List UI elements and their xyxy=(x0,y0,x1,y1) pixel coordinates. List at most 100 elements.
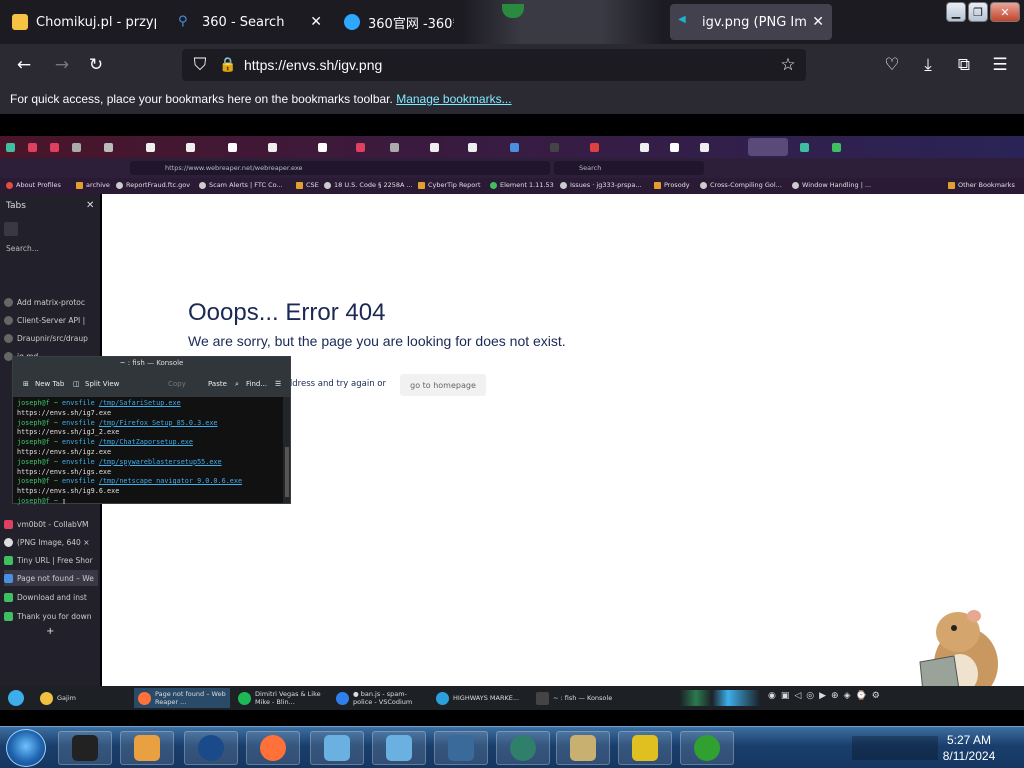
sidebar-tab-item: vm0b0t - CollabVM xyxy=(4,516,98,532)
taskbar-app[interactable] xyxy=(496,731,550,765)
inner-tab xyxy=(356,140,365,154)
inner-nav-bar: https://www.webreaper.net/webreaper.exe … xyxy=(0,158,1024,178)
inner-bookmark: Cross-Compiling Gol... xyxy=(700,181,782,189)
terminal-line: joseph@f ~ ▯ xyxy=(17,496,67,505)
clock[interactable]: 5:27 AM 8/11/2024 xyxy=(934,732,1004,764)
inner-bookmark: CSE xyxy=(296,181,319,189)
tab-chomikuj[interactable]: Chomikuj.pl - przyp xyxy=(4,4,164,40)
taskbar-app[interactable] xyxy=(58,731,112,765)
bookmark-star-icon[interactable]: ☆ xyxy=(776,54,800,76)
inner-tab xyxy=(430,140,439,154)
inner-bookmark: Scam Alerts | FTC Co... xyxy=(199,181,283,189)
forward-icon[interactable]: → xyxy=(50,54,74,76)
app-icon xyxy=(694,735,720,761)
inner-bookmark: Other Bookmarks xyxy=(948,181,1015,189)
window-controls: ▁ ❐ ✕ xyxy=(946,2,1020,22)
close-icon[interactable]: ✕ xyxy=(812,14,824,30)
windows-taskbar: 5:27 AM 8/11/2024 xyxy=(0,726,1024,768)
sidebar-tab-item: Page not found – We xyxy=(4,570,98,586)
chomikuj-icon xyxy=(12,14,28,30)
sidebar-tab-item: Add matrix-protoc xyxy=(4,294,98,310)
homepage-button: go to homepage xyxy=(400,374,486,396)
search-icon: ⚲ xyxy=(178,14,188,29)
inner-tab xyxy=(468,140,477,154)
search-icon: ⌕ xyxy=(235,380,239,388)
extensions-icon[interactable]: ⧉ xyxy=(952,54,976,76)
kde-panel: Gajim Page not found – Web Reaper ... Di… xyxy=(0,686,1024,710)
inner-bookmark: CyberTip Report xyxy=(418,181,481,189)
bookmarks-notice: For quick access, place your bookmarks h… xyxy=(10,92,393,106)
taskbar-app[interactable] xyxy=(680,731,734,765)
inner-tab xyxy=(6,140,15,154)
taskbar-app[interactable] xyxy=(556,731,610,765)
kde-task: Page not found – Web Reaper ... xyxy=(134,688,230,708)
terminal-line: https://envs.sh/igs.exe xyxy=(17,467,112,476)
inner-tab xyxy=(800,140,809,154)
tab-360-official[interactable]: 360官网 -360安全 xyxy=(336,4,462,40)
manage-bookmarks-link[interactable]: Manage bookmarks... xyxy=(396,92,511,106)
konsole-title: ~ : fish — Konsole xyxy=(13,357,290,371)
sidebar-tool xyxy=(4,222,18,236)
terminal-line: joseph@f ~ envsfile /tmp/ChatZaporsetup.… xyxy=(17,438,193,447)
360-icon xyxy=(344,14,360,30)
taskbar-firefox[interactable] xyxy=(246,731,300,765)
paste-label: Paste xyxy=(208,380,227,388)
clock-date: 8/11/2024 xyxy=(942,749,996,763)
terminal-line: https://envs.sh/ig9.6.exe xyxy=(17,487,120,496)
copy-label: Copy xyxy=(168,380,186,388)
downloads-icon[interactable]: ⤓ xyxy=(916,54,940,76)
sidebar-title: Tabs xyxy=(6,201,26,211)
inner-tab xyxy=(228,140,237,154)
url-bar[interactable]: ⛉ 🔒 https://envs.sh/igv.png ☆ xyxy=(182,49,806,81)
konsole-window: ~ : fish — Konsole ⊞ New Tab ◫ Split Vie… xyxy=(12,356,291,505)
close-icon[interactable]: ✕ xyxy=(310,14,322,30)
close-window-button[interactable]: ✕ xyxy=(990,2,1020,22)
kde-menu-icon xyxy=(8,690,24,706)
taskbar-app[interactable] xyxy=(310,731,364,765)
kde-task: Dimitri Vegas & Like Mike - Blin... xyxy=(234,688,330,708)
taskbar-app[interactable] xyxy=(618,731,672,765)
taskbar-app[interactable] xyxy=(434,731,488,765)
terminal-line: joseph@f ~ envsfile /tmp/SafariSetup.exe xyxy=(17,399,181,407)
find-label: Find... xyxy=(246,380,268,388)
image-icon: ◀ xyxy=(678,14,686,25)
taskbar-app[interactable] xyxy=(120,731,174,765)
kde-task: ~ : fish — Konsole xyxy=(532,688,628,708)
firefox-icon xyxy=(260,735,286,761)
minimize-button[interactable]: ▁ xyxy=(946,2,966,22)
taskbar-app[interactable] xyxy=(184,731,238,765)
inner-tab xyxy=(28,140,37,154)
sidebar-tab-item: Draupnir/src/draup xyxy=(4,330,98,346)
sidebar-tab-item: Client-Server API | xyxy=(4,312,98,328)
app-icon xyxy=(386,735,412,761)
restore-button[interactable]: ❐ xyxy=(968,2,988,22)
tab-360-search[interactable]: ⚲ 360 - Search ✕ xyxy=(170,4,330,40)
menu-icon[interactable]: ☰ xyxy=(988,54,1012,76)
notification-tray[interactable] xyxy=(852,736,938,760)
inner-bookmark: archive xyxy=(76,181,110,189)
shield-icon[interactable]: ⛉ xyxy=(188,54,212,76)
image-content: https://www.webreaper.net/webreaper.exe … xyxy=(0,114,1024,768)
kde-task: HIGHWAYS MARKE... xyxy=(432,688,528,708)
kde-task: Gajim xyxy=(36,688,130,708)
taskbar-app[interactable] xyxy=(372,731,426,765)
sidebar-tab-item: Download and inst xyxy=(4,589,98,605)
start-button[interactable] xyxy=(6,729,46,767)
lock-icon: 🔒 xyxy=(219,57,237,73)
terminal-line: https://envs.sh/igJ_2.exe xyxy=(17,428,120,437)
back-icon[interactable]: ← xyxy=(12,54,36,76)
overlay-icon xyxy=(502,4,524,18)
tab-igv-png[interactable]: ◀ igv.png (PNG Image ✕ xyxy=(670,4,832,40)
sidebar-tab-item: (PNG Image, 640 × xyxy=(4,534,98,550)
split-view-icon: ◫ xyxy=(73,380,80,388)
url-text: https://envs.sh/igv.png xyxy=(244,57,383,73)
menu-icon: ☰ xyxy=(275,380,282,388)
inner-tab xyxy=(104,140,113,154)
inner-bookmark: Prosody xyxy=(654,181,690,189)
inner-tab xyxy=(700,140,709,154)
reload-icon[interactable]: ↻ xyxy=(84,54,108,76)
close-icon: ✕ xyxy=(86,200,95,211)
inner-search: Search xyxy=(554,161,704,175)
pocket-icon[interactable]: ♡ xyxy=(880,54,904,76)
clock-time: 5:27 AM xyxy=(946,733,992,747)
